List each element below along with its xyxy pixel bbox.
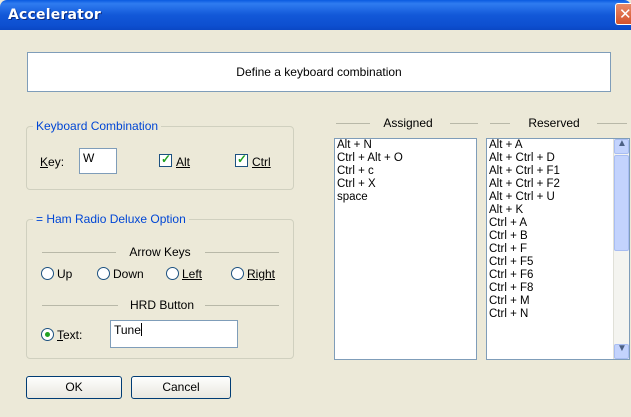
cancel-button[interactable]: Cancel — [131, 376, 231, 399]
key-label: Key: — [40, 155, 65, 169]
radio-right-label[interactable]: Right — [247, 267, 275, 281]
close-button[interactable]: ✕ — [615, 3, 631, 25]
list-item[interactable]: Ctrl + c — [335, 165, 476, 178]
scroll-up-button[interactable]: ▲ — [614, 139, 629, 154]
scroll-thumb[interactable] — [614, 155, 629, 251]
list-item[interactable]: space — [335, 191, 476, 204]
reserved-header: Reserved — [528, 116, 580, 130]
radio-text[interactable] — [41, 328, 54, 341]
radio-down[interactable] — [97, 267, 110, 280]
list-item[interactable]: Ctrl + N — [487, 308, 612, 321]
radio-right[interactable] — [231, 267, 244, 280]
arrow-keys-right-line — [205, 252, 279, 253]
chevron-down-icon: ▼ — [617, 343, 627, 354]
list-item[interactable]: Alt + Ctrl + F2 — [487, 178, 612, 191]
list-item[interactable]: Alt + Ctrl + U — [487, 191, 612, 204]
radio-selected-dot — [45, 332, 50, 337]
keyboard-combination-title: Keyboard Combination — [33, 119, 162, 133]
accelerator-dialog: Accelerator ✕ Define a keyboard combinat… — [0, 0, 631, 417]
reserved-list[interactable]: Alt + A Alt + Ctrl + D Alt + Ctrl + F1 A… — [486, 138, 630, 360]
hrd-button-label: HRD Button — [129, 298, 195, 312]
text-input[interactable]: Tune — [110, 320, 238, 348]
reserved-items: Alt + A Alt + Ctrl + D Alt + Ctrl + F1 A… — [487, 139, 612, 321]
banner-text: Define a keyboard combination — [236, 65, 402, 79]
list-item[interactable]: Alt + K — [487, 204, 612, 217]
list-item[interactable]: Ctrl + Alt + O — [335, 152, 476, 165]
text-cursor — [140, 323, 142, 336]
ctrl-checkbox[interactable]: ✓ — [235, 152, 248, 167]
list-item[interactable]: Ctrl + B — [487, 230, 612, 243]
arrow-keys-label: Arrow Keys — [129, 245, 191, 259]
list-item[interactable]: Ctrl + F6 — [487, 269, 612, 282]
window-title: Accelerator — [8, 7, 101, 23]
title-bar[interactable]: Accelerator ✕ — [0, 0, 631, 30]
list-item[interactable]: Ctrl + A — [487, 217, 612, 230]
assigned-right-line — [450, 123, 478, 124]
reserved-scrollbar[interactable]: ▲ ▼ — [613, 139, 629, 359]
text-value: Tune — [114, 323, 141, 337]
assigned-list[interactable]: Alt + N Ctrl + Alt + O Ctrl + c Ctrl + X… — [334, 138, 477, 360]
text-label[interactable]: Text: — [57, 328, 82, 342]
check-icon: ✓ — [237, 152, 248, 166]
list-item[interactable]: Alt + Ctrl + F1 — [487, 165, 612, 178]
reserved-right-line — [597, 123, 627, 124]
hrd-button-left-line — [42, 305, 118, 306]
list-item[interactable]: Alt + A — [487, 139, 612, 152]
list-item[interactable]: Ctrl + M — [487, 295, 612, 308]
check-icon: ✓ — [161, 152, 172, 166]
ok-button[interactable]: OK — [26, 376, 122, 399]
alt-label[interactable]: Alt — [176, 155, 190, 169]
assigned-header: Assigned — [383, 116, 433, 130]
assigned-left-line — [336, 123, 370, 124]
scroll-down-button[interactable]: ▼ — [614, 343, 629, 359]
ctrl-label[interactable]: Ctrl — [252, 155, 271, 169]
radio-down-label[interactable]: Down — [113, 267, 144, 281]
alt-checkbox[interactable]: ✓ — [159, 152, 172, 167]
radio-left[interactable] — [166, 267, 179, 280]
reserved-left-line — [490, 123, 510, 124]
radio-up-label[interactable]: Up — [57, 267, 72, 281]
list-item[interactable]: Ctrl + F — [487, 243, 612, 256]
radio-left-label[interactable]: Left — [182, 267, 202, 281]
list-item[interactable]: Alt + N — [335, 139, 476, 152]
list-item[interactable]: Ctrl + F8 — [487, 282, 612, 295]
banner: Define a keyboard combination — [27, 52, 611, 92]
chevron-up-icon: ▲ — [617, 138, 627, 149]
list-item[interactable]: Alt + Ctrl + D — [487, 152, 612, 165]
close-icon[interactable]: ✕ — [619, 5, 631, 23]
list-item[interactable]: Ctrl + X — [335, 178, 476, 191]
radio-up[interactable] — [41, 267, 54, 280]
list-item[interactable]: Ctrl + F5 — [487, 256, 612, 269]
arrow-keys-left-line — [42, 252, 116, 253]
hrd-button-right-line — [205, 305, 279, 306]
key-input[interactable]: W — [79, 148, 117, 174]
key-value: W — [83, 151, 95, 165]
ham-radio-title: = Ham Radio Deluxe Option — [33, 212, 189, 226]
